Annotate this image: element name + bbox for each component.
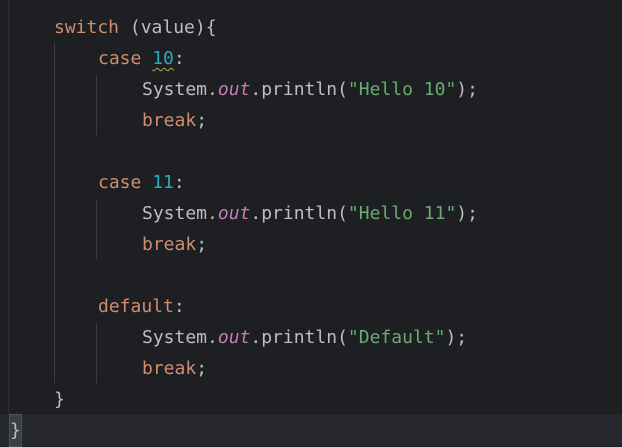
statement-end: ; <box>196 234 208 255</box>
static-field-out: out <box>217 327 251 348</box>
keyword-break: break <box>142 110 197 131</box>
code-line-break[interactable]: break; <box>142 105 207 136</box>
code-line-println-hello-10[interactable]: System.out.println("Hello 10"); <box>142 74 478 105</box>
statement-end: ; <box>196 358 208 379</box>
switch-expression: (value){ <box>119 17 217 38</box>
closing-brace: } <box>54 389 65 410</box>
println-call: .println( <box>250 203 348 224</box>
indent-guide-default <box>96 323 97 383</box>
indent-guide-case-11 <box>96 199 97 259</box>
code-line-break[interactable]: break; <box>142 353 207 384</box>
keyword-break: break <box>142 234 197 255</box>
code-line-case-11[interactable]: case 11: <box>98 167 185 198</box>
code-line-close-switch[interactable]: } <box>54 384 65 415</box>
code-line-close-method[interactable]: } <box>9 414 22 447</box>
system-class: System. <box>142 203 218 224</box>
code-line-case-10[interactable]: case 10: <box>98 43 185 74</box>
default-colon: : <box>173 296 185 317</box>
code-line-println-default[interactable]: System.out.println("Default"); <box>142 322 467 353</box>
string-literal: "Hello 11" <box>347 203 457 224</box>
string-literal: "Default" <box>347 327 446 348</box>
case-colon: : <box>173 48 185 69</box>
keyword-break: break <box>142 358 197 379</box>
code-line-break[interactable]: break; <box>142 229 207 260</box>
keyword-default: default <box>98 296 174 317</box>
statement-end: ; <box>196 110 208 131</box>
indent-guide-case-10 <box>96 75 97 135</box>
statement-end: ); <box>445 327 468 348</box>
case-value-10[interactable]: 10 <box>152 48 174 69</box>
system-class: System. <box>142 327 218 348</box>
code-line-default[interactable]: default: <box>98 291 185 322</box>
statement-end: ); <box>456 79 478 100</box>
case-colon: : <box>173 172 185 193</box>
keyword-switch: switch <box>54 17 120 38</box>
keyword-case: case <box>98 48 142 69</box>
code-editor[interactable]: switch (value){ case 10: System.out.prin… <box>0 0 622 447</box>
editor-gutter <box>0 0 9 447</box>
system-class: System. <box>142 79 218 100</box>
closing-brace-matched: } <box>9 414 22 447</box>
statement-end: ); <box>456 203 478 224</box>
indent-guide-switch <box>54 43 55 383</box>
code-line-println-hello-11[interactable]: System.out.println("Hello 11"); <box>142 198 478 229</box>
code-line-switch[interactable]: switch (value){ <box>54 12 217 43</box>
println-call: .println( <box>250 327 348 348</box>
static-field-out: out <box>217 79 251 100</box>
string-literal: "Hello 10" <box>347 79 457 100</box>
current-line-highlight <box>0 415 622 446</box>
keyword-case: case <box>98 172 142 193</box>
static-field-out: out <box>217 203 251 224</box>
println-call: .println( <box>250 79 348 100</box>
case-value-11: 11 <box>152 172 174 193</box>
